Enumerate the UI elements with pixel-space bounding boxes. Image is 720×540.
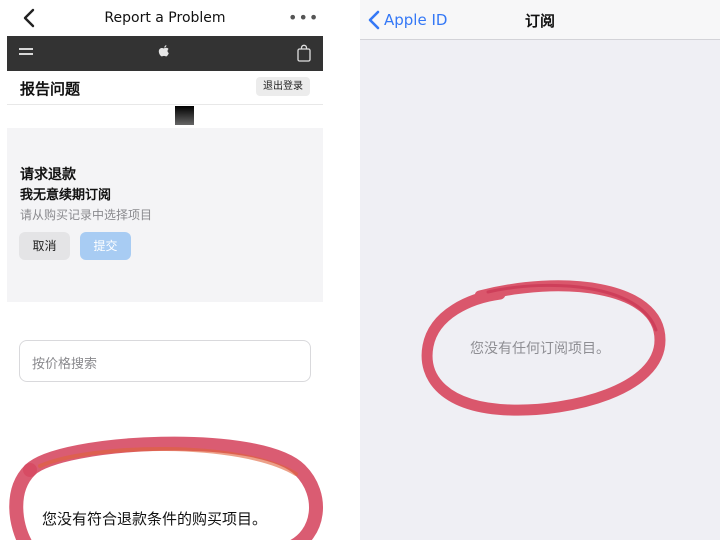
refund-request-card: 请求退款 我无意续期订阅 请从购买记录中选择项目 取消 提交 (7, 128, 323, 302)
refund-reason[interactable]: 我无意续期订阅 (20, 184, 111, 203)
refund-hint: 请从购买记录中选择项目 (20, 208, 153, 222)
section-title: 报告问题 (20, 80, 81, 98)
logout-button[interactable]: 退出登录 (256, 77, 310, 96)
bag-icon[interactable] (297, 44, 311, 62)
top-bar: Report a Problem ••• (0, 0, 330, 36)
page-title: Report a Problem (104, 10, 226, 26)
redacted-image (175, 106, 194, 125)
price-search-input[interactable]: 按价格搜索 (19, 340, 311, 382)
report-header: 报告问题 退出登录 (7, 71, 323, 105)
submit-button[interactable]: 提交 (80, 232, 131, 260)
no-subscriptions-message: 您没有任何订阅项目。 (470, 341, 610, 357)
menu-icon[interactable] (19, 48, 33, 60)
subscriptions-screen: Apple ID 订阅 您没有任何订阅项目。 (360, 0, 720, 540)
refund-title: 请求退款 (20, 167, 76, 183)
apple-navbar (7, 36, 323, 71)
nav-bar: Apple ID 订阅 (360, 0, 720, 40)
cancel-button[interactable]: 取消 (19, 232, 70, 260)
page-title: 订阅 (524, 12, 555, 30)
search-placeholder: 按价格搜索 (32, 357, 98, 372)
more-icon[interactable]: ••• (288, 8, 319, 27)
no-eligible-items-message: 您没有符合退款条件的购买项目。 (42, 510, 268, 528)
apple-logo-icon[interactable] (156, 43, 172, 63)
report-problem-screen: Report a Problem ••• 报告问题 退出登录 请求退款 我无意续… (0, 0, 330, 540)
